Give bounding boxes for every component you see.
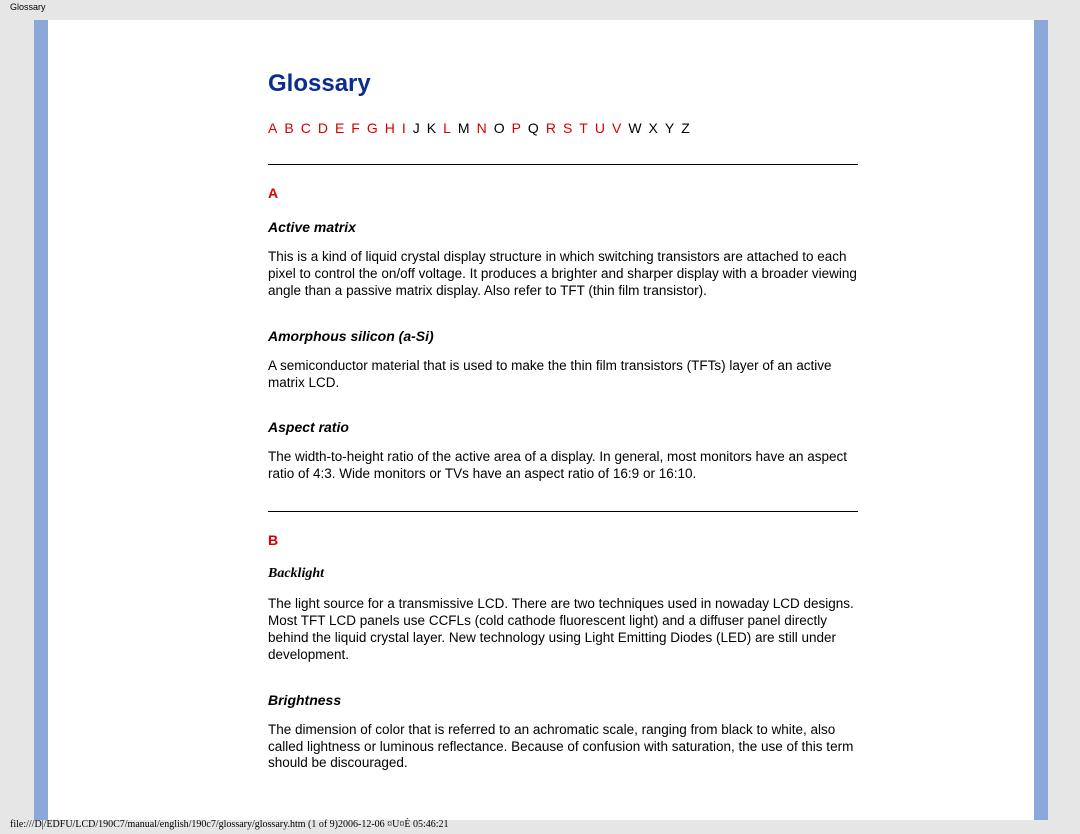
nav-letter-l[interactable]: L xyxy=(443,120,452,136)
term-aspect-ratio: Aspect ratio xyxy=(268,419,868,435)
nav-letter-k: K xyxy=(427,120,437,136)
nav-letter-r[interactable]: R xyxy=(546,120,557,136)
nav-letter-q: Q xyxy=(528,120,540,136)
section-letter-a: A xyxy=(268,185,868,201)
nav-letter-z: Z xyxy=(681,120,691,136)
nav-letter-g[interactable]: G xyxy=(367,120,379,136)
nav-letter-c[interactable]: C xyxy=(301,120,312,136)
nav-letter-f[interactable]: F xyxy=(351,120,361,136)
nav-letter-i[interactable]: I xyxy=(402,120,407,136)
right-border-bar xyxy=(1034,20,1048,820)
content-area: Glossary ABCDEFGHIJKLMNOPQRSTUVWXYZ A Ac… xyxy=(48,20,1034,820)
nav-letter-o: O xyxy=(494,120,506,136)
nav-letter-p[interactable]: P xyxy=(512,120,522,136)
nav-letter-j: J xyxy=(413,120,421,136)
term-brightness: Brightness xyxy=(268,692,868,708)
nav-letter-h[interactable]: H xyxy=(385,120,396,136)
divider xyxy=(268,511,858,512)
term-backlight: Backlight xyxy=(268,566,868,582)
term-active-matrix: Active matrix xyxy=(268,219,868,235)
nav-letter-s[interactable]: S xyxy=(563,120,573,136)
term-amorphous-silicon: Amorphous silicon (a-Si) xyxy=(268,328,868,344)
nav-letter-b[interactable]: B xyxy=(284,120,294,136)
nav-letter-n[interactable]: N xyxy=(477,120,488,136)
page-frame: Glossary ABCDEFGHIJKLMNOPQRSTUVWXYZ A Ac… xyxy=(34,20,1048,820)
page-title: Glossary xyxy=(268,70,868,98)
nav-letter-e[interactable]: E xyxy=(335,120,345,136)
nav-letter-w: W xyxy=(628,120,642,136)
left-border-bar xyxy=(34,20,48,820)
nav-letter-x: X xyxy=(649,120,659,136)
def-brightness: The dimension of color that is referred … xyxy=(268,722,858,773)
def-amorphous-silicon: A semiconductor material that is used to… xyxy=(268,358,858,392)
page-header-label: Glossary xyxy=(10,2,46,12)
nav-letter-y: Y xyxy=(665,120,675,136)
nav-letter-u[interactable]: U xyxy=(595,120,606,136)
nav-letter-a[interactable]: A xyxy=(268,120,278,136)
footer-file-path: file:///D|/EDFU/LCD/190C7/manual/english… xyxy=(10,819,449,830)
def-active-matrix: This is a kind of liquid crystal display… xyxy=(268,249,858,300)
def-aspect-ratio: The width-to-height ratio of the active … xyxy=(268,449,858,483)
divider xyxy=(268,164,858,165)
nav-letter-v[interactable]: V xyxy=(612,120,622,136)
nav-letter-t[interactable]: T xyxy=(579,120,589,136)
section-letter-b: B xyxy=(268,532,868,548)
nav-letter-d[interactable]: D xyxy=(318,120,329,136)
alphabet-nav: ABCDEFGHIJKLMNOPQRSTUVWXYZ xyxy=(268,120,868,136)
def-backlight: The light source for a transmissive LCD.… xyxy=(268,596,858,664)
nav-letter-m: M xyxy=(458,120,471,136)
